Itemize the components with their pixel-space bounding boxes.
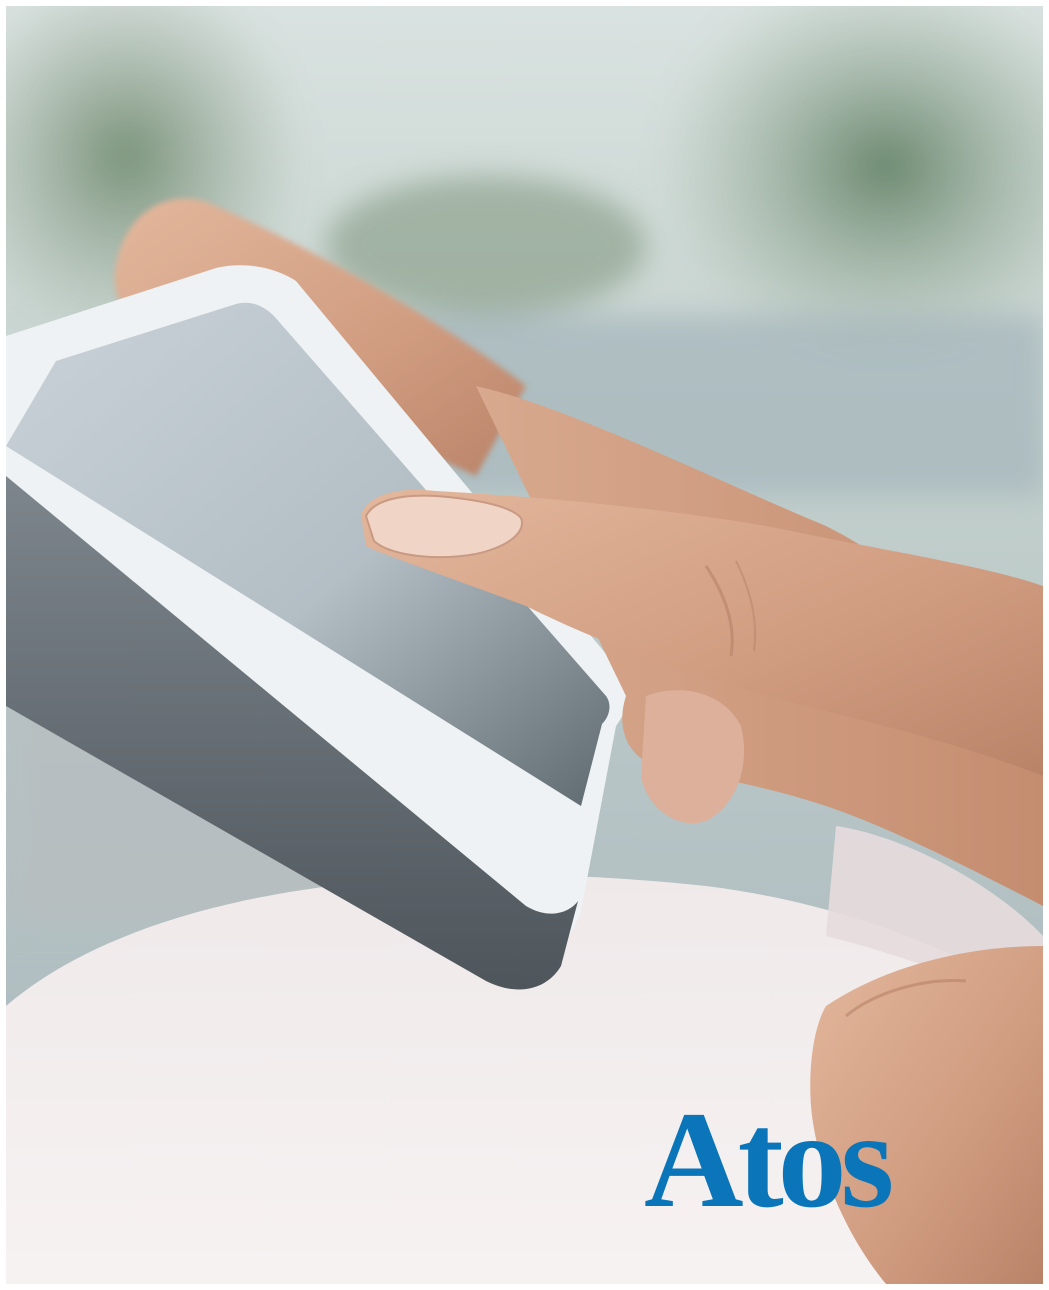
photo-frame: Atos xyxy=(6,6,1043,1284)
atos-logo: Atos xyxy=(644,1094,898,1222)
atos-logo-wordmark: Atos xyxy=(644,1094,892,1222)
hero-photo xyxy=(6,6,1043,1284)
